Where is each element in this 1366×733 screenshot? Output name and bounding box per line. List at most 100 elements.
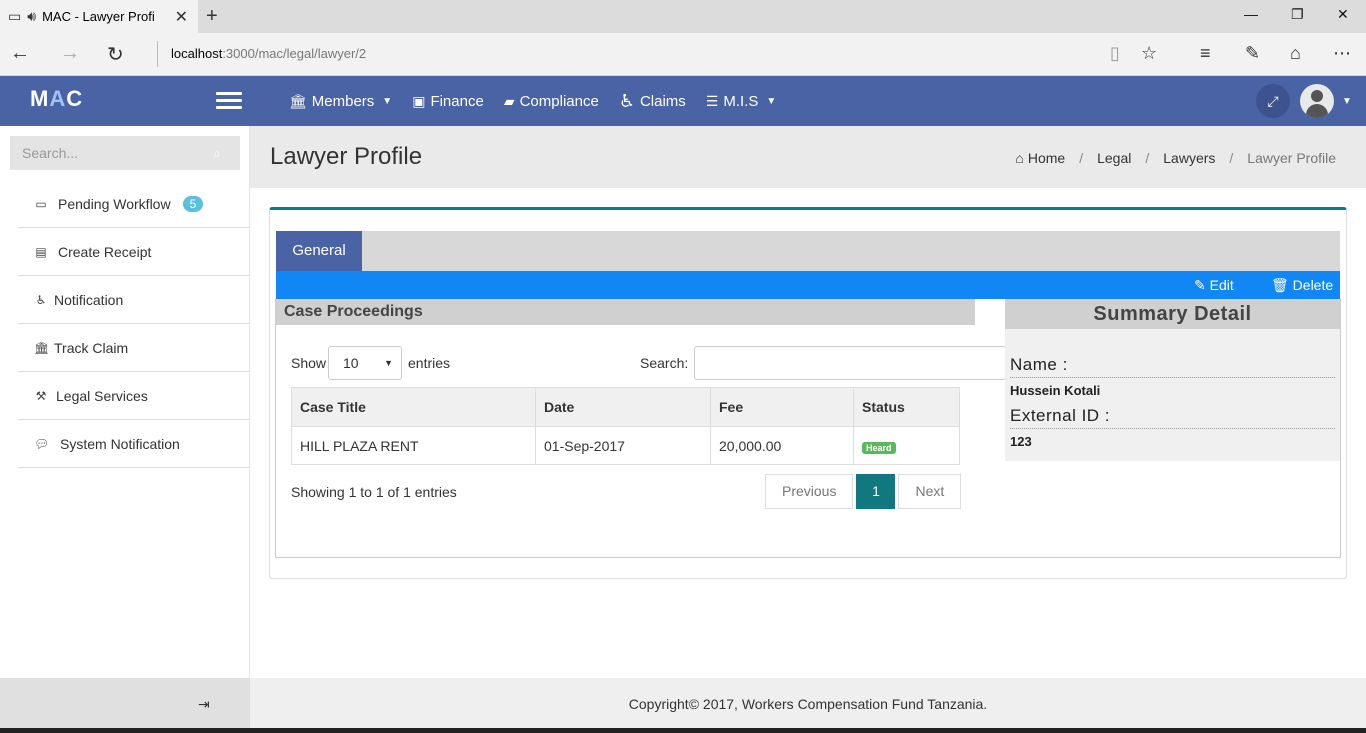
cell-case-title: HILL PLAZA RENT <box>291 426 536 465</box>
money-icon: ▣ <box>412 92 426 109</box>
edit-button[interactable]: ✎ Edit <box>1194 277 1234 294</box>
chevron-down-icon: ▼ <box>766 95 777 107</box>
sidebar-item-label: Notification <box>54 291 124 308</box>
nav-members[interactable]: 🏛︎ Members ▼ <box>289 93 392 110</box>
avatar[interactable] <box>1300 84 1334 118</box>
url-field[interactable]: localhost:3000/mac/legal/lawyer/2 <box>157 41 366 67</box>
receipt-icon: ▤ <box>35 244 47 259</box>
table-row[interactable]: HILL PLAZA RENT 01-Sep-2017 20,000.00 He… <box>291 426 960 465</box>
logout-icon[interactable]: ⇥ <box>198 696 210 713</box>
cell-date: 01-Sep-2017 <box>535 426 711 465</box>
taskbar-edge <box>0 728 1366 733</box>
browser-tab[interactable]: ▭ 🔊︎ MAC - Lawyer Profi ✕ <box>0 0 198 33</box>
fullscreen-expand-icon[interactable]: ⤢ <box>1256 84 1290 118</box>
page-length-select[interactable]: 10 ▼ <box>328 346 402 380</box>
edit-icon: ✎ <box>1194 277 1206 293</box>
home-icon: ⌂ <box>1015 150 1024 166</box>
delete-button[interactable]: 🗑︎ Delete <box>1271 277 1333 294</box>
favorite-star-icon[interactable]: ☆ <box>1141 43 1157 64</box>
summary-detail-panel: Summary Detail Name : Hussein Kotali Ext… <box>1005 299 1340 461</box>
sidebar-menu: ▭ Pending Workflow 5 ▤ Create Receipt ♿︎ Not… <box>18 180 250 468</box>
nav-compliance[interactable]: ▰ Compliance <box>504 93 599 110</box>
chevron-down-icon: ▼ <box>384 358 393 368</box>
case-proceedings-heading: Case Proceedings <box>276 299 975 325</box>
more-icon[interactable]: ⋯ <box>1333 43 1351 64</box>
inbox-icon: ▭ <box>35 196 47 211</box>
minimize-icon[interactable]: — <box>1244 6 1258 22</box>
page-header: Lawyer Profile ⌂ Home / Legal / Lawyers … <box>250 126 1366 188</box>
speaker-icon[interactable]: 🔊︎ <box>27 8 36 25</box>
nav-claims-label: Claims <box>639 92 686 110</box>
sidebar-item-track-claim[interactable]: 🏛︎ Track Claim <box>18 324 250 372</box>
nav-mis-label: M.I.S <box>723 92 759 110</box>
nav-claims[interactable]: ♿︎ Claims <box>619 91 686 112</box>
column-header-fee[interactable]: Fee <box>710 387 854 427</box>
page-1-button[interactable]: 1 <box>856 474 896 509</box>
forward-icon[interactable]: → <box>60 42 80 65</box>
nav-mis[interactable]: ☰ M.I.S ▼ <box>706 93 776 110</box>
app-logo[interactable]: MAC <box>30 86 83 112</box>
sidebar-item-legal-services[interactable]: ⚒︎ Legal Services <box>18 372 250 420</box>
action-bar: ✎ Edit 🗑︎ Delete <box>276 271 1340 299</box>
user-menu-caret-icon[interactable]: ▼ <box>1342 96 1352 107</box>
gavel-icon: ⚒︎ <box>35 388 47 403</box>
edit-label: Edit <box>1209 277 1234 293</box>
pending-count-badge: 5 <box>182 195 204 212</box>
breadcrumb-legal[interactable]: Legal <box>1097 150 1131 166</box>
new-tab-icon[interactable]: + <box>206 5 218 28</box>
cell-fee: 20,000.00 <box>710 426 854 465</box>
table-info: Showing 1 to 1 of 1 entries <box>291 484 457 500</box>
sidebar-item-notification[interactable]: ♿︎ Notification <box>18 276 250 324</box>
column-header-date[interactable]: Date <box>535 387 711 427</box>
web-note-icon[interactable]: ✎ <box>1245 43 1260 64</box>
sidebar-item-pending-workflow[interactable]: ▭ Pending Workflow 5 <box>18 180 250 228</box>
logo-letter-a: A <box>49 86 67 111</box>
bank-icon: 🏛︎ <box>289 92 307 109</box>
hub-icon[interactable]: ≡ <box>1200 43 1211 64</box>
browser-titlebar: ▭ 🔊︎ MAC - Lawyer Profi ✕ + — ❐ ✕ <box>0 0 1366 33</box>
sidebar-item-system-notification[interactable]: 💬︎ System Notification <box>18 420 250 468</box>
page-title: Lawyer Profile <box>270 143 423 170</box>
app-header: MAC 🏛︎ Members ▼ ▣ Finance ▰ Compliance ♿︎ Cl… <box>0 76 1366 126</box>
tab-close-icon[interactable]: ✕ <box>175 7 188 27</box>
breadcrumb-separator: / <box>1229 150 1234 166</box>
sidebar-item-label: Pending Workflow <box>58 195 171 212</box>
nav-finance[interactable]: ▣ Finance <box>412 93 484 110</box>
status-badge: Heard <box>862 441 896 454</box>
external-id-value: 123 <box>1010 434 1032 449</box>
sidebar-item-label: Legal Services <box>56 387 148 404</box>
table-header-row: Case Title Date Fee Status <box>291 387 960 427</box>
table-search-input[interactable] <box>694 346 1006 380</box>
sidebar: Search... ⌕ ▭ Pending Workflow 5 ▤ Create R… <box>0 126 250 678</box>
restore-icon[interactable]: ❐ <box>1291 6 1304 23</box>
share-icon[interactable]: ⌂ <box>1290 43 1301 64</box>
search-icon[interactable]: ⌕ <box>213 145 221 162</box>
wheelchair-icon: ♿︎ <box>35 292 47 307</box>
delete-label: Delete <box>1292 277 1334 293</box>
case-proceedings-table: Case Title Date Fee Status HILL PLAZA RE… <box>291 387 960 465</box>
sidebar-item-create-receipt[interactable]: ▤ Create Receipt <box>18 228 250 276</box>
cell-status: Heard <box>853 426 960 465</box>
back-icon[interactable]: ← <box>10 42 30 65</box>
previous-page-button[interactable]: Previous <box>765 474 854 509</box>
column-header-case-title[interactable]: Case Title <box>291 387 536 427</box>
tab-general[interactable]: General <box>276 231 362 271</box>
list-icon: ☰ <box>705 92 719 109</box>
logo-letter-m: M <box>30 86 50 111</box>
sidebar-item-label: Track Claim <box>54 339 129 356</box>
chevron-down-icon: ▼ <box>382 95 393 107</box>
refresh-icon[interactable]: ↻ <box>107 42 124 67</box>
footer-copyright: Copyright© 2017, Workers Compensation Fu… <box>250 678 1366 730</box>
url-host: localhost <box>171 46 223 61</box>
sidebar-search-input[interactable]: Search... <box>10 136 240 170</box>
hamburger-menu-icon[interactable] <box>216 92 242 110</box>
external-id-label: External ID : <box>1010 406 1335 429</box>
column-header-status[interactable]: Status <box>853 387 960 427</box>
reading-view-icon[interactable]: ▯ <box>1110 43 1120 64</box>
tab-title: MAC - Lawyer Profi <box>42 9 155 24</box>
book-icon: ▰ <box>503 92 515 109</box>
breadcrumb-home[interactable]: Home <box>1028 150 1065 166</box>
close-window-icon[interactable]: ✕ <box>1337 6 1349 23</box>
breadcrumb-lawyers[interactable]: Lawyers <box>1163 150 1215 166</box>
next-page-button[interactable]: Next <box>898 474 962 509</box>
